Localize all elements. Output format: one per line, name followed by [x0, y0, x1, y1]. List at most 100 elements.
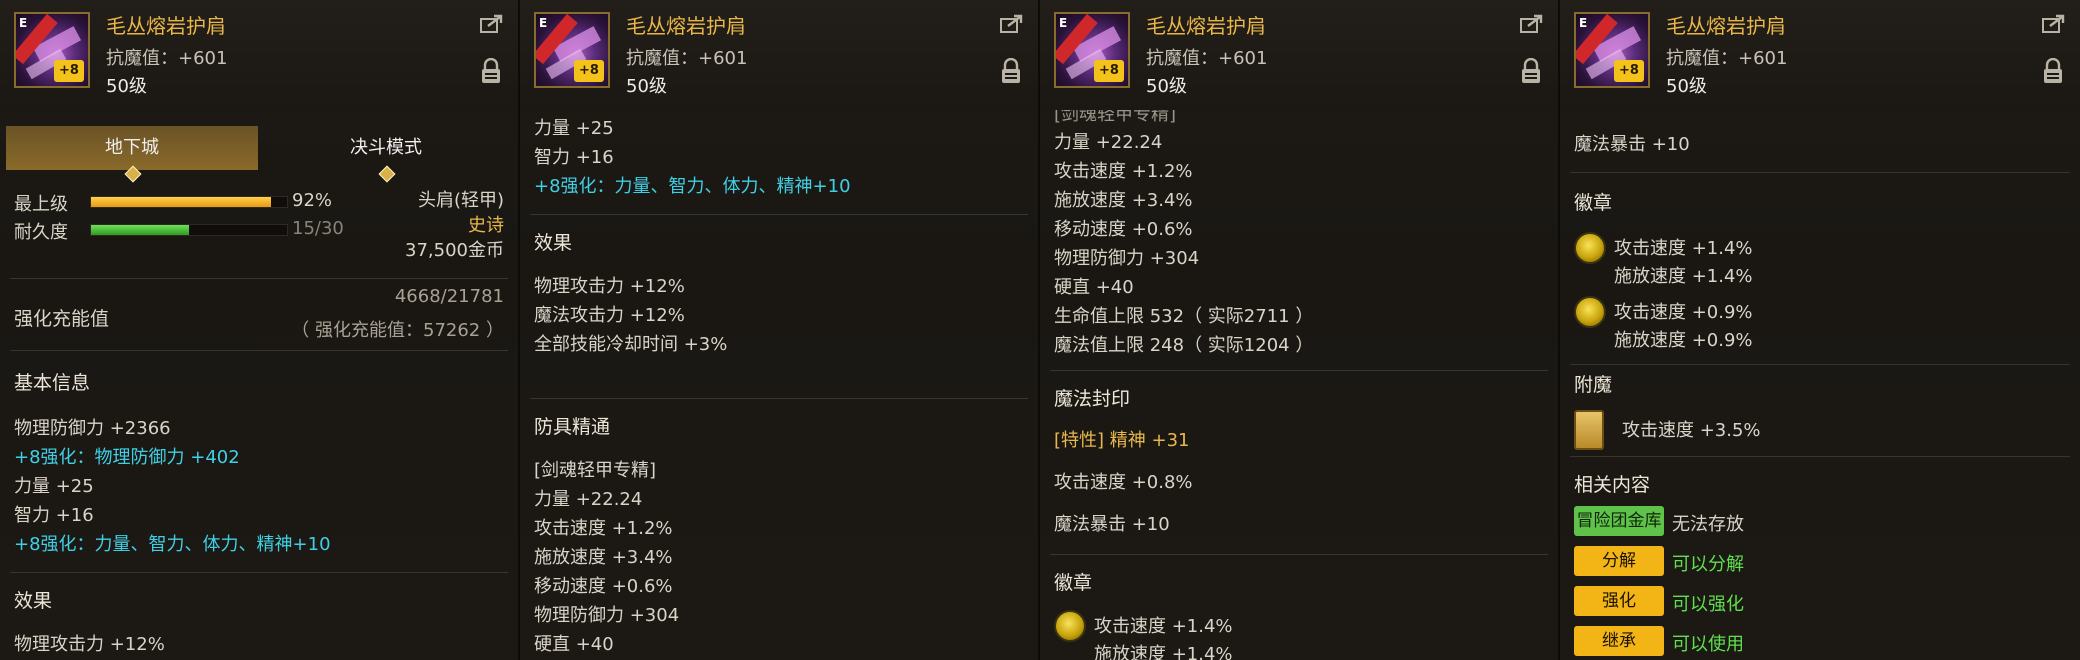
stat-line: 硬直 +40 [1054, 277, 1134, 298]
stat-line: 移动速度 +0.6% [534, 576, 673, 597]
stat-line: 力量 +25 [14, 476, 94, 497]
inherit-button[interactable]: 继承 [1574, 626, 1664, 656]
lock-icon[interactable] [480, 58, 502, 84]
charge-sub: （ 强化充能值：57262 ） [291, 320, 504, 341]
tooltip-panel-2: E +8 毛丛熔岩护肩 抗魔值：+601 50级 力量 +25 智力 +16 +… [520, 0, 1040, 660]
share-icon[interactable] [480, 14, 504, 34]
vault-status: 无法存放 [1672, 514, 1744, 535]
item-icon[interactable]: E +8 [1574, 12, 1650, 88]
lock-icon[interactable] [1520, 58, 1542, 84]
top-grade-label: 最上级 [14, 194, 68, 215]
stat-line: 物理攻击力 +12% [14, 634, 165, 655]
divider [1050, 370, 1548, 371]
plus-badge: +8 [1094, 60, 1124, 82]
item-level: 50级 [106, 76, 147, 97]
stat-line: 施放速度 +3.4% [1054, 190, 1193, 211]
stat-line: 物理防御力 +304 [1054, 248, 1200, 269]
stat-line: 移动速度 +0.6% [1054, 219, 1193, 240]
stat-line: 施放速度 +1.4% [1614, 266, 1753, 287]
item-icon[interactable]: E +8 [534, 12, 610, 88]
lock-icon[interactable] [1000, 58, 1022, 84]
stat-line: 攻击速度 +1.2% [534, 518, 673, 539]
adventure-vault-button[interactable]: 冒险团金库 [1574, 506, 1664, 536]
mode-tabs: 地下城 决斗模式 [6, 126, 512, 183]
divider [10, 278, 508, 279]
stat-line: 攻击速度 +3.5% [1622, 420, 1761, 441]
share-icon[interactable] [2042, 14, 2066, 34]
stat-line: 物理防御力 +304 [534, 605, 680, 626]
magic-seal-title: 魔法封印 [1054, 388, 1131, 410]
stat-line: 施放速度 +1.4% [1094, 644, 1233, 660]
effect-title: 效果 [534, 232, 573, 254]
disassemble-status: 可以分解 [1672, 554, 1744, 575]
stat-line: 生命值上限 532（ 实际2711 ） [1054, 306, 1314, 327]
tooltip-panel-4: E +8 毛丛熔岩护肩 抗魔值：+601 50级 魔法暴击 +10 徽章 攻击速… [1560, 0, 2080, 660]
stat-line: 施放速度 +0.9% [1614, 330, 1753, 351]
lock-icon[interactable] [2042, 58, 2064, 84]
stat-line: 攻击速度 +1.4% [1094, 616, 1233, 637]
durability-label: 耐久度 [14, 222, 68, 243]
item-icon[interactable]: E +8 [1054, 12, 1130, 88]
tooltip-panel-3: E +8 毛丛熔岩护肩 抗魔值：+601 50级 [剑魂轻甲专精] 力量 +22… [1040, 0, 1560, 660]
emblem-title: 徽章 [1054, 572, 1093, 594]
stat-line: 力量 +22.24 [534, 489, 643, 510]
item-name: 毛丛熔岩护肩 [1146, 14, 1266, 38]
top-grade-bar [90, 196, 288, 208]
tooltip-panel-1: E +8 毛丛熔岩护肩 抗魔值：+601 50级 地下城 决斗模式 最上级 92… [0, 0, 520, 660]
charge-label: 强化充能值 [14, 308, 110, 330]
stat-line: 智力 +16 [14, 505, 94, 526]
reinforce-status: 可以强化 [1672, 594, 1744, 615]
share-icon[interactable] [1520, 14, 1544, 34]
stat-line: 物理防御力 +2366 [14, 418, 171, 439]
stat-line: 智力 +16 [534, 147, 614, 168]
stat-line: 魔法暴击 +10 [1054, 514, 1170, 535]
emblem-title: 徽章 [1574, 192, 1613, 214]
tab-dungeon[interactable]: 地下城 [6, 126, 258, 183]
emblem-icon[interactable] [1574, 296, 1606, 328]
item-icon[interactable]: E +8 [14, 12, 90, 88]
stat-line: +8强化：力量、智力、体力、精神+10 [14, 534, 331, 555]
emblem-icon[interactable] [1574, 232, 1606, 264]
durability-value: 15/30 [292, 218, 344, 239]
divider [1570, 172, 2070, 173]
rarity: 史诗 [468, 215, 504, 236]
item-level: 50级 [626, 76, 667, 97]
seal-trait: [特性] 精神 +31 [1054, 430, 1190, 451]
stat-line: 力量 +22.24 [1054, 132, 1163, 153]
stat-line: 攻击速度 +0.9% [1614, 302, 1753, 323]
divider [1570, 456, 2070, 457]
item-name: 毛丛熔岩护肩 [106, 14, 226, 38]
plus-badge: +8 [54, 60, 84, 82]
item-level: 50级 [1146, 76, 1187, 97]
related-title: 相关内容 [1574, 474, 1651, 496]
divider [1050, 554, 1548, 555]
share-icon[interactable] [1000, 14, 1024, 34]
item-header: E +8 毛丛熔岩护肩 抗魔值：+601 50级 [1560, 0, 2080, 110]
divider [10, 572, 508, 573]
item-header: E +8 毛丛熔岩护肩 抗魔值：+601 50级 [1040, 0, 1558, 110]
item-level: 50级 [1666, 76, 1707, 97]
stat-line: 物理攻击力 +12% [534, 276, 685, 297]
inherit-status: 可以使用 [1672, 634, 1744, 655]
stat-line: 攻击速度 +0.8% [1054, 472, 1193, 493]
durability-bar [90, 224, 288, 236]
item-name: 毛丛熔岩护肩 [626, 14, 746, 38]
stat-line: 魔法值上限 248（ 实际1204 ） [1054, 335, 1314, 356]
item-resist: 抗魔值：+601 [1666, 48, 1788, 69]
item-resist: 抗魔值：+601 [626, 48, 748, 69]
disassemble-button[interactable]: 分解 [1574, 546, 1664, 576]
divider [10, 350, 508, 351]
item-resist: 抗魔值：+601 [1146, 48, 1268, 69]
enchant-card-icon[interactable] [1574, 410, 1604, 450]
armor-mastery-title: 防具精通 [534, 416, 611, 438]
stat-line: 硬直 +40 [534, 634, 614, 655]
item-header: E +8 毛丛熔岩护肩 抗魔值：+601 50级 [0, 0, 518, 110]
stat-line: 魔法攻击力 +12% [534, 305, 685, 326]
stat-line: 攻击速度 +1.2% [1054, 161, 1193, 182]
divider [1570, 364, 2070, 365]
plus-badge: +8 [1614, 60, 1644, 82]
reinforce-button[interactable]: 强化 [1574, 586, 1664, 616]
emblem-icon[interactable] [1054, 610, 1086, 642]
stat-line: 施放速度 +3.4% [534, 547, 673, 568]
tab-duel[interactable]: 决斗模式 [260, 126, 512, 183]
